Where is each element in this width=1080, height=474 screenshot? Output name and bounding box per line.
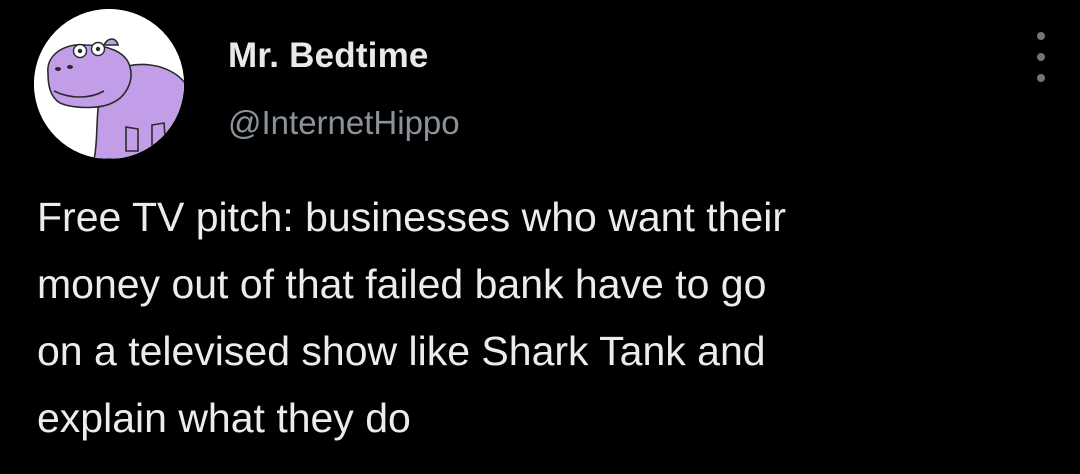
author-display-name[interactable]: Mr. Bedtime [228, 36, 429, 76]
avatar[interactable] [34, 9, 184, 159]
author-handle[interactable]: @InternetHippo [228, 104, 460, 142]
hippo-avatar-icon [34, 9, 184, 159]
tweet-text-line: Free TV pitch: businesses who want their [37, 194, 786, 240]
tweet-text-line: explain what they do [37, 395, 411, 441]
tweet-text-line: on a televised show like Shark Tank and [37, 328, 766, 374]
more-dot [1037, 32, 1045, 40]
tweet-text: Free TV pitch: businesses who want their… [37, 184, 1047, 452]
more-dot [1037, 74, 1045, 82]
more-dot [1037, 53, 1045, 61]
tweet-text-line: money out of that failed bank have to go [37, 261, 767, 307]
tweet-card: Mr. Bedtime @InternetHippo Free TV pitch… [0, 0, 1080, 474]
more-options-icon[interactable] [1024, 32, 1058, 82]
